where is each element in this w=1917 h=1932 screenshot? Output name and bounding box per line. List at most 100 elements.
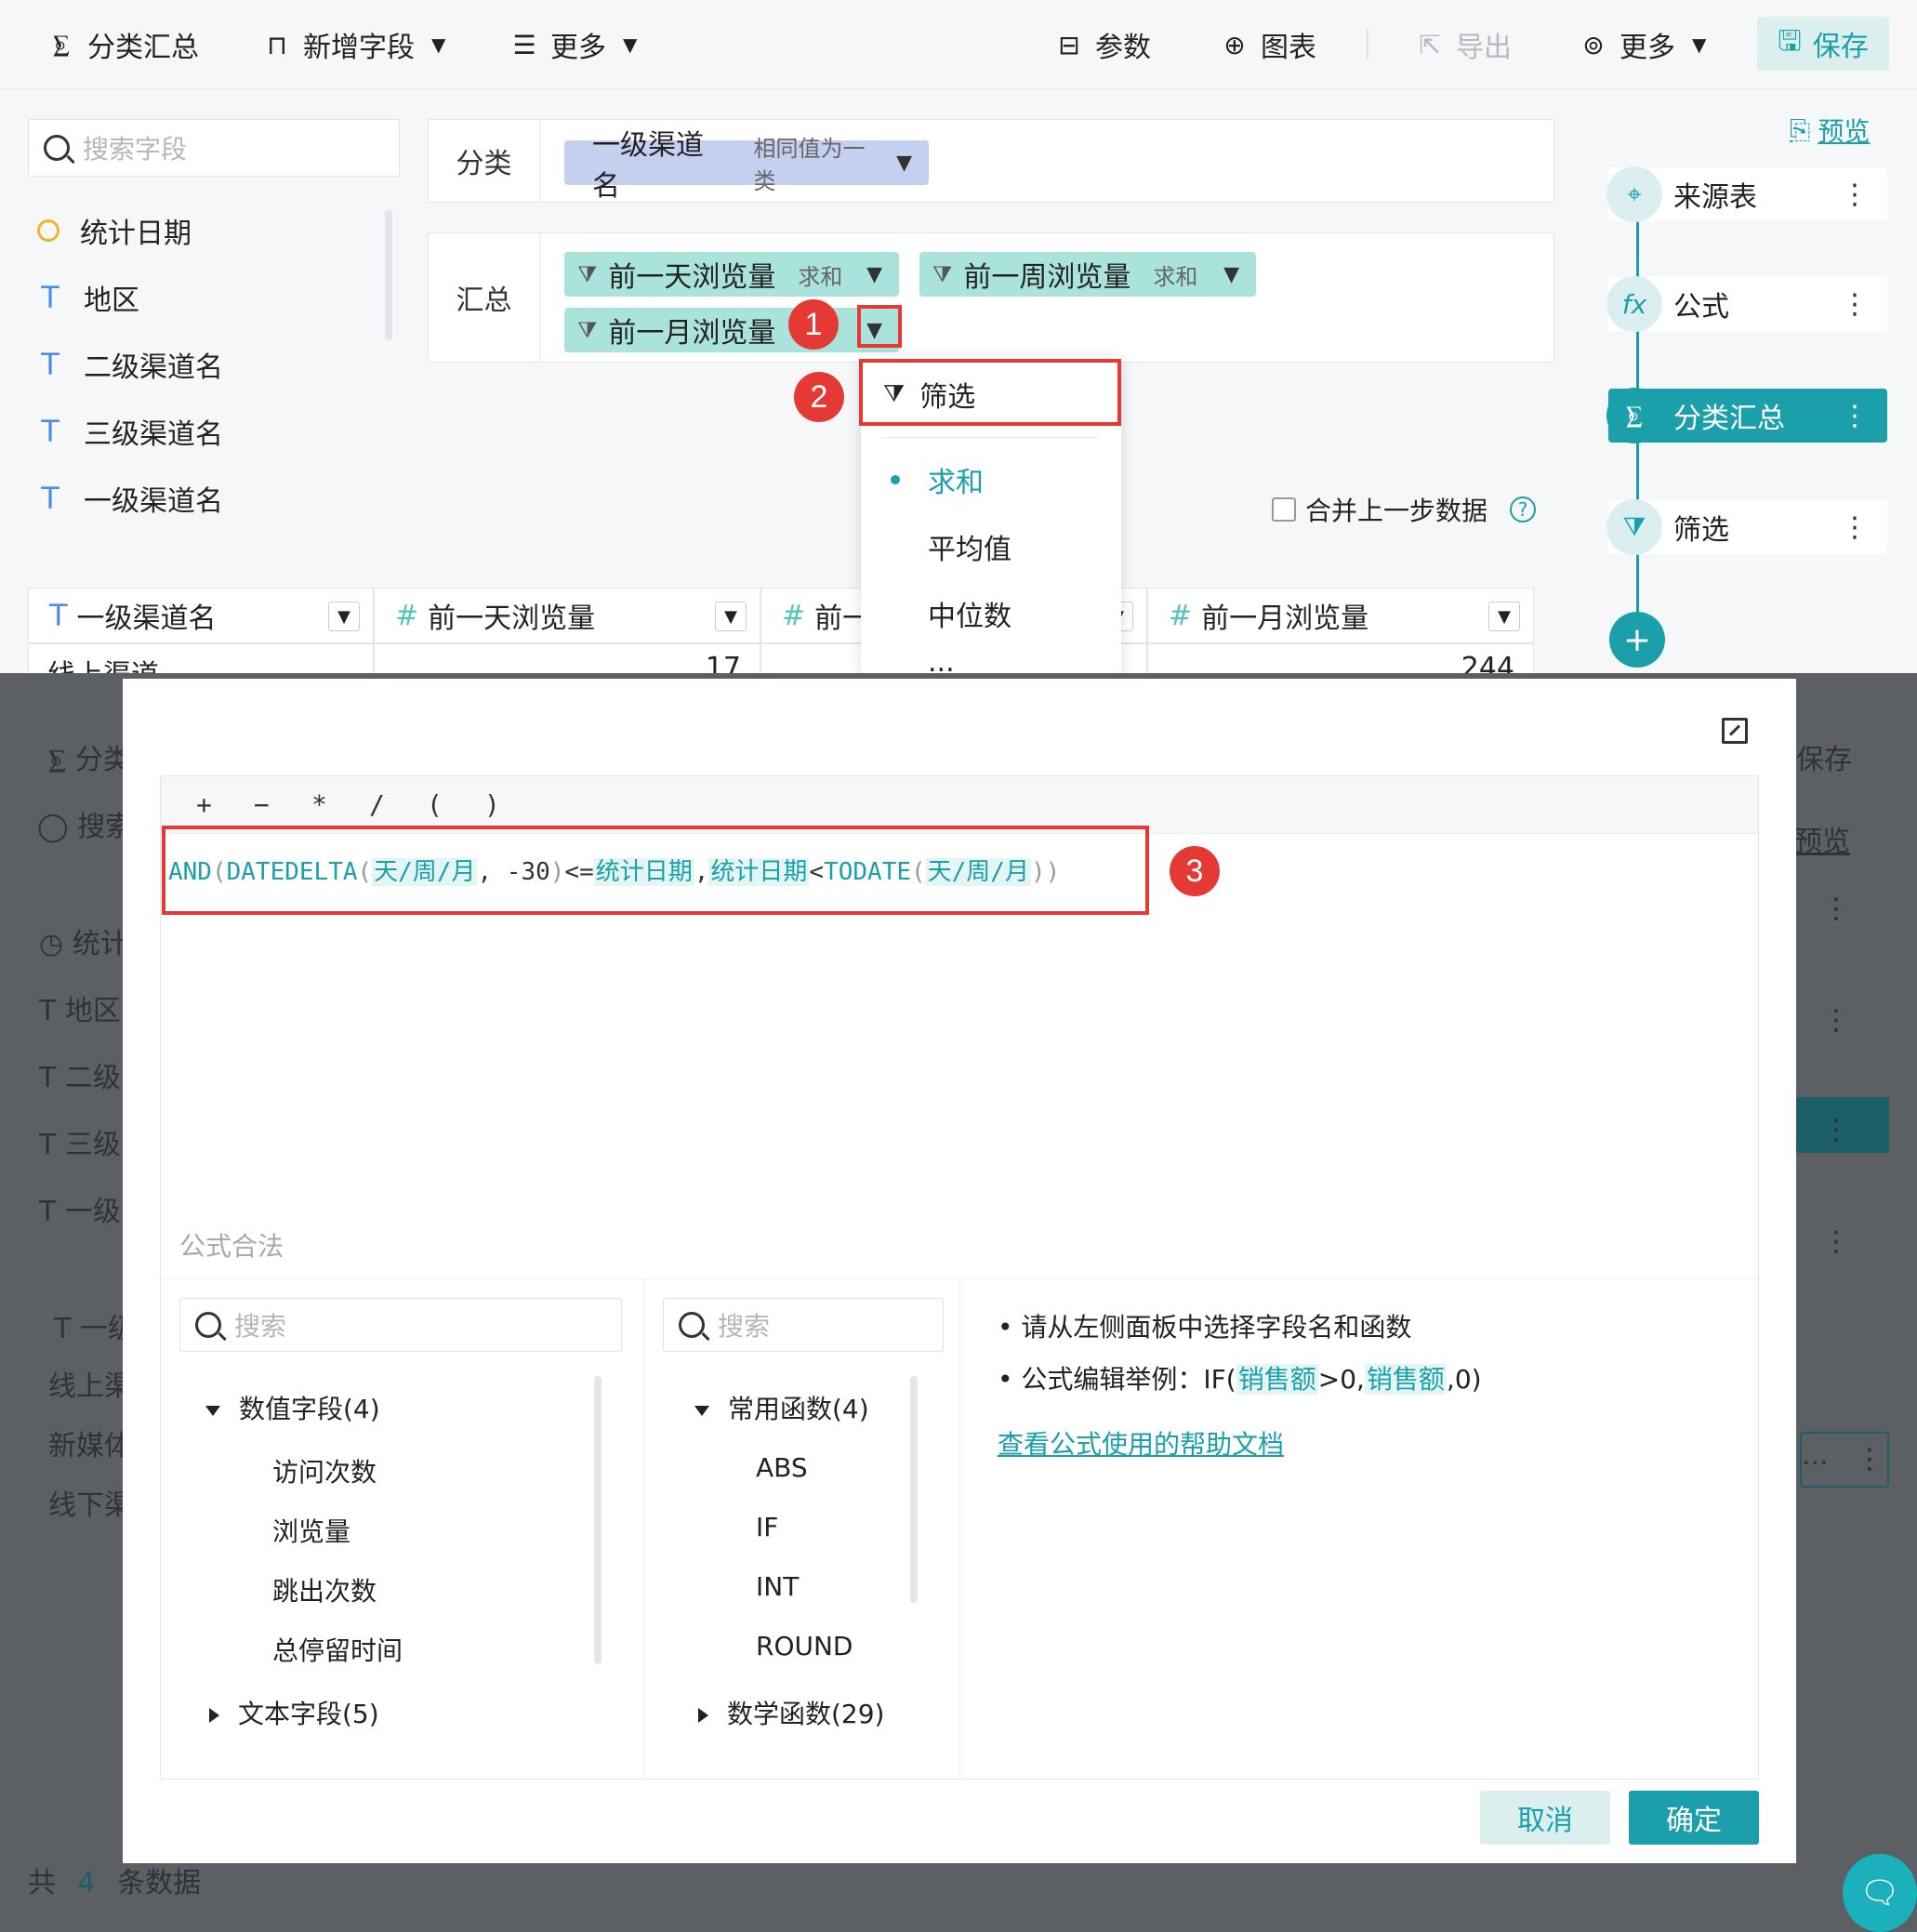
col-header-month[interactable]: # 前一月浏览量 ▼ bbox=[1147, 588, 1534, 643]
tree-item[interactable]: 总停留时间 bbox=[272, 1631, 403, 1668]
annotation-badge-2: 2 bbox=[794, 372, 844, 422]
more-vertical-icon[interactable]: ⋮ bbox=[1841, 400, 1869, 432]
op-plus[interactable]: + bbox=[196, 789, 254, 820]
more-vertical-icon[interactable]: ⋮ bbox=[1841, 288, 1869, 321]
save-label: 保存 bbox=[1812, 31, 1869, 63]
field-tree-search[interactable]: 搜索 bbox=[179, 1298, 622, 1352]
op-multiply[interactable]: * bbox=[311, 789, 369, 820]
cancel-button[interactable]: 取消 bbox=[1480, 1791, 1610, 1845]
save-button[interactable]: 🖫 保存 bbox=[1757, 17, 1889, 71]
flow-node-group-summary[interactable]: ⨊ 分类汇总 ⋮ bbox=[1606, 388, 1887, 443]
field-scrollbar[interactable] bbox=[385, 210, 392, 340]
tree-item[interactable]: 跳出次数 bbox=[272, 1571, 377, 1608]
caret-down-icon[interactable]: ▼ bbox=[896, 152, 912, 175]
col-header-day[interactable]: # 前一天浏览量 ▼ bbox=[374, 588, 760, 643]
menu-item-sum[interactable]: 求和 bbox=[861, 450, 1121, 509]
menu-item-more[interactable]: ... bbox=[861, 651, 1121, 673]
pill-name: 前一天浏览量 bbox=[608, 261, 776, 294]
function-tree-scrollbar[interactable] bbox=[910, 1376, 918, 1603]
field-item-level2[interactable]: T 二级渠道名 bbox=[37, 344, 223, 385]
op-divide[interactable]: / bbox=[369, 789, 427, 820]
menu-item-median[interactable]: 中位数 bbox=[861, 584, 1121, 643]
tree-item[interactable]: ABS bbox=[756, 1452, 808, 1483]
caret-down-icon[interactable]: ▼ bbox=[715, 602, 747, 631]
field-item-level3[interactable]: T 三级渠道名 bbox=[37, 411, 223, 452]
table-cell: 244 bbox=[1147, 643, 1534, 673]
bg-field-label: 二级 bbox=[64, 1062, 121, 1094]
chat-bubble-button[interactable]: 🗨 bbox=[1843, 1854, 1917, 1932]
preview-link[interactable]: ⎘ 预览 bbox=[1790, 112, 1870, 149]
search-placeholder: 搜索 bbox=[718, 1311, 771, 1342]
menu-item-avg[interactable]: 平均值 bbox=[861, 517, 1121, 576]
checkbox-icon[interactable] bbox=[1272, 497, 1296, 522]
ok-button[interactable]: 确定 bbox=[1629, 1791, 1759, 1845]
help-icon[interactable]: ? bbox=[1510, 496, 1537, 523]
tree-group-math[interactable]: 数学函数(29) bbox=[698, 1694, 884, 1731]
tree-item[interactable]: 浏览量 bbox=[272, 1512, 350, 1549]
export-label: 导出 bbox=[1456, 32, 1512, 64]
caret-down-icon bbox=[205, 1405, 220, 1416]
summary-pill-week[interactable]: ⧩ 前一周浏览量 求和 ▼ bbox=[919, 252, 1256, 297]
add-node-button[interactable]: + bbox=[1609, 612, 1665, 668]
caret-down-icon[interactable]: ▼ bbox=[328, 602, 360, 631]
group-box: 分类 一级渠道名 相同值为一类 ▼ bbox=[428, 119, 1554, 203]
merge-label: 合并上一步数据 bbox=[1305, 496, 1488, 526]
field-item-date[interactable]: 统计日期 bbox=[37, 210, 192, 251]
tree-item[interactable]: INT bbox=[756, 1571, 799, 1602]
flow-node-source[interactable]: ⌖ 来源表 ⋮ bbox=[1606, 166, 1887, 222]
op-minus[interactable]: − bbox=[254, 789, 311, 820]
function-search[interactable]: 搜索 bbox=[663, 1298, 944, 1352]
tree-item[interactable]: ROUND bbox=[756, 1631, 853, 1661]
tip-text: >0, bbox=[1317, 1364, 1365, 1395]
caret-down-icon[interactable]: ▼ bbox=[1223, 263, 1239, 286]
annotation-box-1 bbox=[857, 305, 902, 348]
flow-node-formula[interactable]: fx 公式 ⋮ bbox=[1606, 276, 1887, 332]
summary-pill-month[interactable]: ⧩ 前一月浏览量 ▼ bbox=[564, 308, 899, 352]
group-label: 分类 bbox=[429, 120, 540, 202]
search-placeholder: 搜索 bbox=[234, 1311, 287, 1342]
search-icon bbox=[44, 135, 70, 161]
tree-group-numeric[interactable]: 数值字段(4) bbox=[205, 1389, 380, 1426]
tree-group-text[interactable]: 文本字段(5) bbox=[209, 1694, 379, 1731]
field-label: 统计日期 bbox=[80, 218, 192, 250]
export-icon: ⇱ bbox=[1419, 29, 1441, 60]
more-button-left[interactable]: ☰ 更多 ▼ bbox=[509, 22, 637, 67]
op-lparen[interactable]: ( bbox=[427, 789, 484, 820]
help-doc-link[interactable]: 查看公式使用的帮助文档 bbox=[998, 1424, 1284, 1462]
tree-group-common[interactable]: 常用函数(4) bbox=[694, 1389, 869, 1426]
col-header-level1[interactable]: T 一级渠道名 ▼ bbox=[28, 588, 374, 643]
function-tree-column: 搜索 常用函数(4) ABS IF INT ROUND 数学函数(29) bbox=[644, 1279, 960, 1780]
field-tree-scrollbar[interactable] bbox=[594, 1376, 602, 1664]
params-button[interactable]: ⊟ 参数 bbox=[1054, 22, 1151, 67]
bg-field: T 一级 bbox=[39, 1196, 121, 1228]
summary-pill-day[interactable]: ⧩ 前一天浏览量 求和 ▼ bbox=[564, 252, 899, 297]
annotation-box-2 bbox=[859, 359, 1121, 426]
bg-field-label: 地区 bbox=[64, 995, 121, 1027]
field-search-input[interactable]: 搜索字段 bbox=[28, 119, 400, 177]
tree-item[interactable]: 访问次数 bbox=[272, 1452, 377, 1489]
annotation-box-3 bbox=[162, 826, 1149, 915]
group-field-pill[interactable]: 一级渠道名 相同值为一类 ▼ bbox=[564, 129, 929, 203]
merge-checkbox[interactable]: 合并上一步数据 ? bbox=[1272, 491, 1537, 528]
bg-table-row: 线下渠 bbox=[48, 1489, 132, 1522]
op-rparen[interactable]: ) bbox=[484, 789, 542, 820]
field-item-region[interactable]: T 地区 bbox=[37, 277, 139, 318]
flow-node-filter[interactable]: ⧩ 筛选 ⋮ bbox=[1606, 499, 1887, 555]
tree-item[interactable]: IF bbox=[756, 1512, 778, 1542]
add-field-button[interactable]: ⊓ 新增字段 ▼ bbox=[262, 22, 445, 67]
bg-search: ◯ 搜索 bbox=[37, 811, 134, 843]
bg-toolbar-item: ⨊ 分类 bbox=[48, 744, 131, 776]
group-pill-sub: 相同值为一类 bbox=[753, 136, 866, 194]
pill-name: 前一周浏览量 bbox=[963, 261, 1131, 294]
expand-icon[interactable] bbox=[1722, 718, 1748, 744]
caret-down-icon[interactable]: ▼ bbox=[866, 263, 882, 286]
group-summary-button[interactable]: ⨊ 分类汇总 bbox=[46, 22, 199, 67]
field-item-level1[interactable]: T 一级渠道名 bbox=[37, 478, 223, 519]
export-button[interactable]: ⇱ 导出 bbox=[1415, 22, 1512, 67]
caret-down-icon[interactable]: ▼ bbox=[1488, 602, 1520, 631]
chart-button[interactable]: ⊕ 图表 bbox=[1220, 22, 1316, 67]
more-vertical-icon[interactable]: ⋮ bbox=[1841, 511, 1869, 544]
more-vertical-icon[interactable]: ⋮ bbox=[1841, 179, 1869, 211]
more-button-right[interactable]: ⊚ 更多 ▼ bbox=[1579, 22, 1706, 67]
fx-icon: fx bbox=[1606, 276, 1662, 332]
